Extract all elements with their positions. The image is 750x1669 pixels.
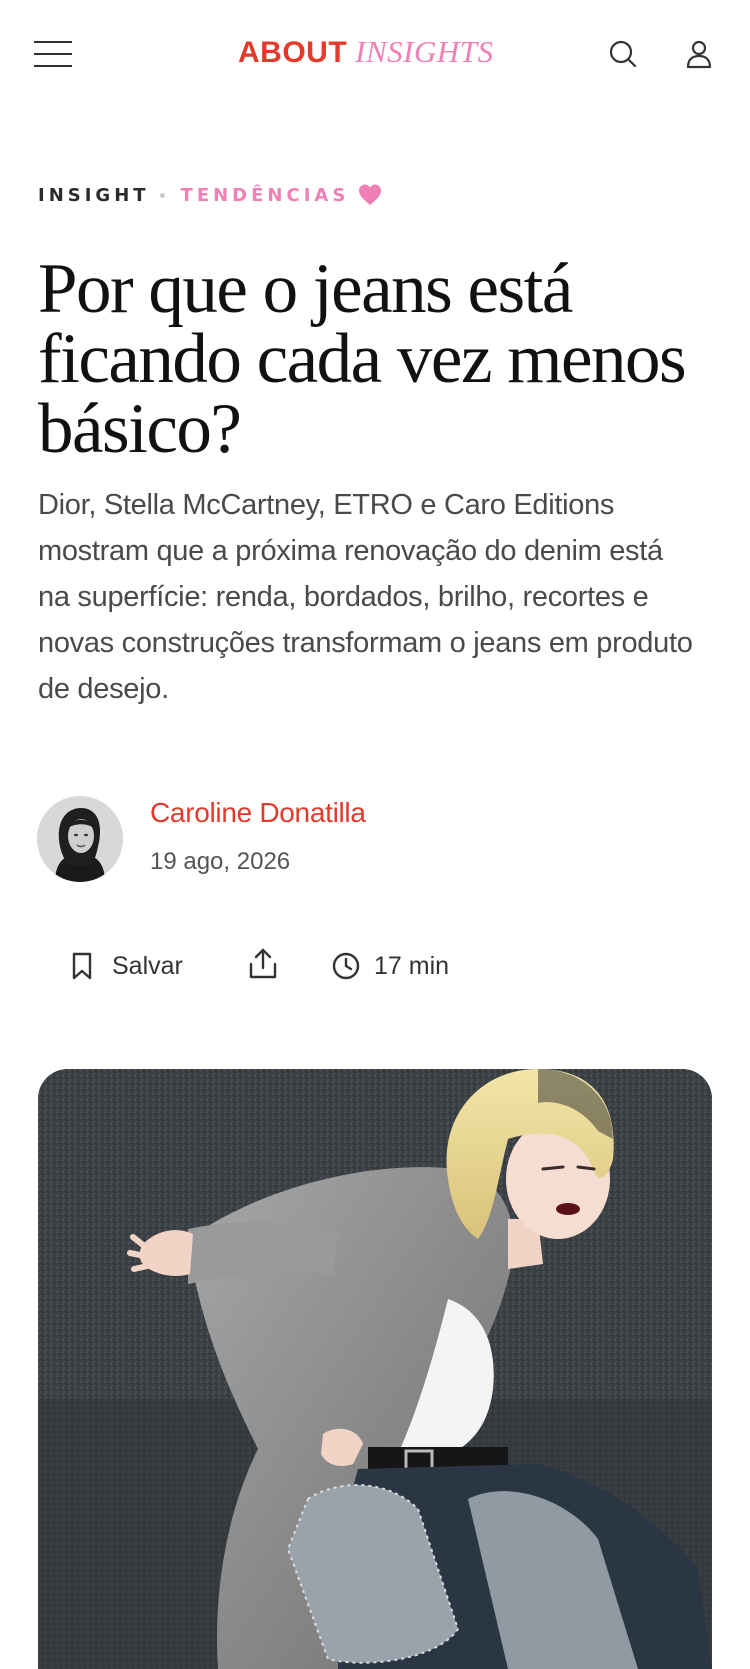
- read-time-label: 17 min: [374, 951, 450, 980]
- clock-icon: [330, 950, 362, 982]
- read-time: 17 min: [330, 946, 449, 986]
- save-button[interactable]: Salvar: [66, 946, 183, 986]
- search-icon[interactable]: [606, 37, 640, 71]
- site-logo[interactable]: ABOUT INSIGHTS: [238, 34, 494, 74]
- author-name[interactable]: Caroline Donatilla: [150, 797, 366, 829]
- article-subtitle: Dior, Stella McCartney, ETRO e Caro Edit…: [38, 489, 693, 705]
- article-category: INSIGHT TENDÊNCIAS: [38, 182, 383, 212]
- hero-photo: [38, 1069, 712, 1669]
- user-icon[interactable]: [682, 37, 716, 71]
- article-title: Por que o jeans está ficando cada vez me…: [38, 250, 687, 468]
- author-avatar[interactable]: [37, 796, 123, 882]
- share-icon[interactable]: [245, 946, 281, 986]
- heart-icon[interactable]: [357, 182, 383, 208]
- top-bar: ABOUT INSIGHTS: [0, 0, 750, 108]
- article-actions: Salvar 17 min: [0, 940, 750, 992]
- category-insight[interactable]: INSIGHT: [38, 185, 150, 206]
- save-label: Salvar: [112, 951, 183, 980]
- publish-date: 19 ago, 2026: [150, 848, 291, 875]
- category-tendencias[interactable]: TENDÊNCIAS: [181, 185, 350, 206]
- logo-insights-text: INSIGHTS: [355, 34, 494, 69]
- bookmark-icon: [66, 950, 98, 982]
- hamburger-menu-icon[interactable]: [34, 38, 74, 68]
- logo-about-text: ABOUT: [238, 36, 348, 69]
- category-separator-dot: [159, 192, 165, 198]
